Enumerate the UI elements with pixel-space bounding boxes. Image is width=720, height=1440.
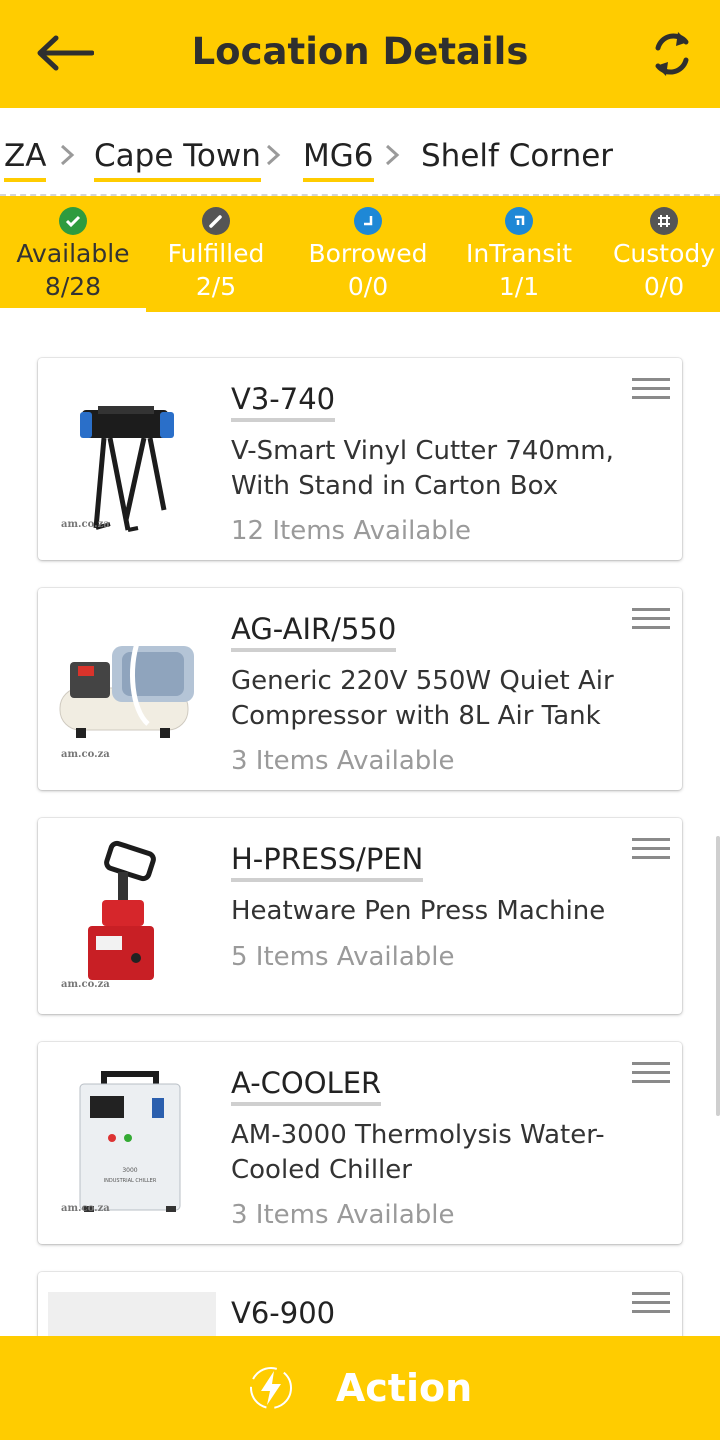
item-code: H-PRESS/PEN [231,842,424,882]
product-image: 3000 INDUSTRIAL CHILLER am.co.za [48,1054,216,1224]
item-code: V3-740 [231,382,336,422]
breadcrumb-item-country[interactable]: ZA [4,138,47,182]
tab-count: 2/5 [195,272,237,301]
tab-fulfilled[interactable]: Fulfilled 2/5 [146,196,286,312]
action-button[interactable]: Action [0,1336,720,1440]
lightning-icon [249,1367,292,1409]
drag-handle-icon[interactable] [632,1292,670,1316]
list-item[interactable]: 3000 INDUSTRIAL CHILLER am.co.za A-COOLE… [38,1042,682,1244]
check-circle-icon [59,207,87,235]
hash-icon [650,207,678,235]
drag-handle-icon[interactable] [632,1062,670,1086]
item-description: V-Smart Vinyl Cutter 740mm, With Stand i… [231,436,614,501]
pencil-circle-icon [202,207,230,235]
svg-text:3000: 3000 [122,1167,137,1174]
list-item[interactable]: am.co.za AG-AIR/550 Generic 220V 550W Qu… [38,588,682,790]
breadcrumb-item-location: Shelf Corner [421,138,614,174]
drag-handle-icon[interactable] [632,838,670,862]
list-item[interactable]: V6-900 [38,1272,682,1336]
action-label: Action [335,1366,473,1410]
product-image: am.co.za [48,600,216,770]
list-item[interactable]: am.co.za V3-740 V-Smart Vinyl Cutter 740… [38,358,682,560]
item-description: Generic 220V 550W Quiet Air Compressor w… [231,666,614,731]
tab-label: Available [16,239,130,268]
item-code: A-COOLER [231,1066,382,1106]
tab-available[interactable]: Available 8/28 [0,196,146,312]
breadcrumb-item-city[interactable]: Cape Town [94,138,261,182]
refresh-icon [655,32,689,76]
item-availability: 3 Items Available [231,1200,455,1230]
tab-count: 0/0 [643,272,685,301]
tab-label: InTransit [465,239,573,268]
tab-label: Borrowed [308,239,428,268]
breadcrumb-item-area[interactable]: MG6 [303,138,374,182]
item-description: Heatware Pen Press Machine [231,896,606,926]
tab-count: 0/0 [347,272,389,301]
scrollbar[interactable] [716,836,720,1116]
image-watermark: am.co.za [61,1203,110,1214]
tab-label: Fulfilled [167,239,265,268]
product-image: am.co.za [48,370,216,540]
chevron-right-icon [385,144,400,166]
item-list[interactable]: am.co.za V3-740 V-Smart Vinyl Cutter 740… [0,312,720,1336]
tab-custody[interactable]: Custody 0/0 [608,196,720,312]
chevron-right-icon [266,144,281,166]
item-code: AG-AIR/550 [231,612,397,652]
item-availability: 3 Items Available [231,746,455,776]
item-availability: 12 Items Available [231,516,472,546]
item-availability: 5 Items Available [231,942,455,972]
tab-borrowed[interactable]: Borrowed 0/0 [294,196,442,312]
list-item[interactable]: am.co.za H-PRESS/PEN Heatware Pen Press … [38,818,682,1014]
borrow-icon [354,207,382,235]
tab-count: 8/28 [44,272,102,301]
image-watermark: am.co.za [61,979,110,990]
drag-handle-icon[interactable] [632,608,670,632]
image-watermark: am.co.za [61,519,110,530]
chevron-right-icon [60,144,75,166]
refresh-button[interactable] [644,26,700,82]
item-code: V6-900 [231,1296,336,1330]
product-image-placeholder [48,1292,216,1336]
transit-icon [505,207,533,235]
item-description: AM-3000 Thermolysis Water-Cooled Chiller [231,1120,605,1185]
app-header: Location Details [0,0,720,108]
breadcrumb: ZA Cape Town MG6 Shelf Corner [0,108,720,196]
product-label: INDUSTRIAL CHILLER [104,1178,157,1184]
status-tabs: Available 8/28 Fulfilled 2/5 Borrowed 0/… [0,196,720,312]
tab-intransit[interactable]: InTransit 1/1 [448,196,590,312]
page-title: Location Details [191,30,529,73]
tab-label: Custody [612,239,716,268]
tab-count: 1/1 [498,272,540,301]
product-image: am.co.za [48,830,216,1000]
drag-handle-icon[interactable] [632,378,670,402]
image-watermark: am.co.za [61,749,110,760]
